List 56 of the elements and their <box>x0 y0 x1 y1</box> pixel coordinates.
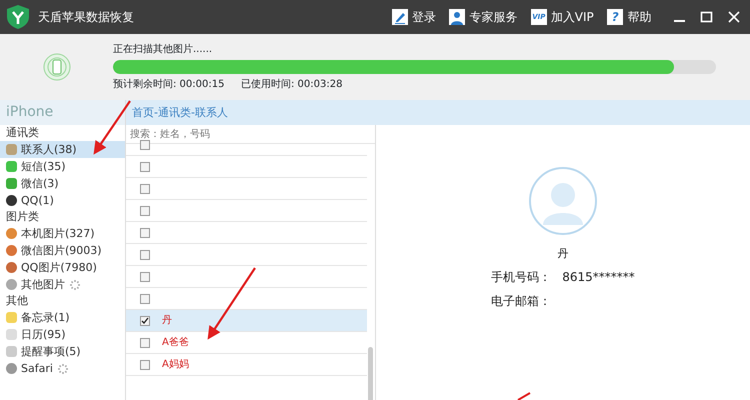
breadcrumb-path[interactable]: 首页-通讯类-联系人 <box>126 100 750 125</box>
sidebar-item[interactable]: 微信图片(9003) <box>0 242 125 259</box>
checkbox[interactable] <box>140 338 150 348</box>
sidebar-group-title: 通讯类 <box>5 125 40 141</box>
person-icon <box>449 9 466 25</box>
phone-scan-icon <box>42 53 70 81</box>
checkbox[interactable] <box>140 360 150 370</box>
contact-row[interactable]: A妈妈 <box>126 354 367 376</box>
checkbox[interactable] <box>140 250 150 260</box>
checkbox[interactable] <box>140 316 150 326</box>
sidebar-item[interactable]: 其他图片 <box>0 276 125 293</box>
sidebar-item[interactable]: 联系人(38) <box>0 141 125 158</box>
sidebar-item[interactable]: Safari <box>0 360 125 377</box>
contact-row[interactable]: A爸爸 <box>126 332 367 354</box>
header-action-button[interactable]: 专家服务 <box>445 8 522 26</box>
checkbox[interactable] <box>140 272 150 282</box>
header-action-button[interactable]: 登录 <box>388 8 440 26</box>
close-button[interactable] <box>726 9 742 25</box>
shield-logo-icon <box>6 4 30 30</box>
header-action-button[interactable]: ? 帮助 <box>603 8 656 26</box>
window-title: 天盾苹果数据恢复 <box>38 9 134 26</box>
sidebar-group-title: 图片类 <box>5 209 40 225</box>
sidebar-group-title: 其他 <box>5 293 29 309</box>
sidebar-item[interactable]: QQ(1) <box>0 192 125 209</box>
contact-detail-name: 丹 <box>558 246 568 262</box>
field-label: 手机号码： <box>491 269 552 286</box>
close-icon <box>726 9 742 25</box>
remaining-time: 预计剩余时间: 00:00:15 <box>113 78 226 92</box>
scan-status: 正在扫描其他图片...... <box>113 42 214 58</box>
field-label: 电子邮箱： <box>491 292 552 310</box>
field-value: 8615******* <box>562 269 635 286</box>
contact-name: A爸爸 <box>162 336 189 350</box>
maximize-button[interactable] <box>698 9 715 25</box>
annotation-arrow <box>94 100 131 155</box>
sidebar-item[interactable]: QQ图片(7980) <box>0 259 125 276</box>
contact-name: 丹 <box>162 314 172 328</box>
sidebar-item[interactable]: 短信(35) <box>0 158 125 175</box>
contact-name: A妈妈 <box>162 358 189 372</box>
checkbox[interactable] <box>140 294 150 304</box>
scrollbar-thumb[interactable] <box>368 347 373 400</box>
sidebar-item[interactable]: 本机图片(327) <box>0 225 125 242</box>
sidebar-item[interactable]: 日历(95) <box>0 326 125 343</box>
sidebar-item[interactable]: 备忘录(1) <box>0 309 125 326</box>
question-icon: ? <box>607 9 624 25</box>
sidebar-item[interactable]: 提醒事项(5) <box>0 343 125 360</box>
checkbox[interactable] <box>140 206 150 216</box>
contact-row[interactable]: 丹 <box>126 310 367 332</box>
checkbox[interactable] <box>140 184 150 194</box>
minimize-icon <box>674 20 686 22</box>
checkbox[interactable] <box>140 162 150 172</box>
elapsed-time: 已使用时间: 00:03:28 <box>241 78 342 92</box>
device-name: iPhone <box>0 100 125 125</box>
checkbox[interactable] <box>140 228 150 238</box>
maximize-icon <box>698 9 715 25</box>
pen-icon <box>392 9 408 25</box>
sidebar-item[interactable]: 微信(3) <box>0 175 125 192</box>
